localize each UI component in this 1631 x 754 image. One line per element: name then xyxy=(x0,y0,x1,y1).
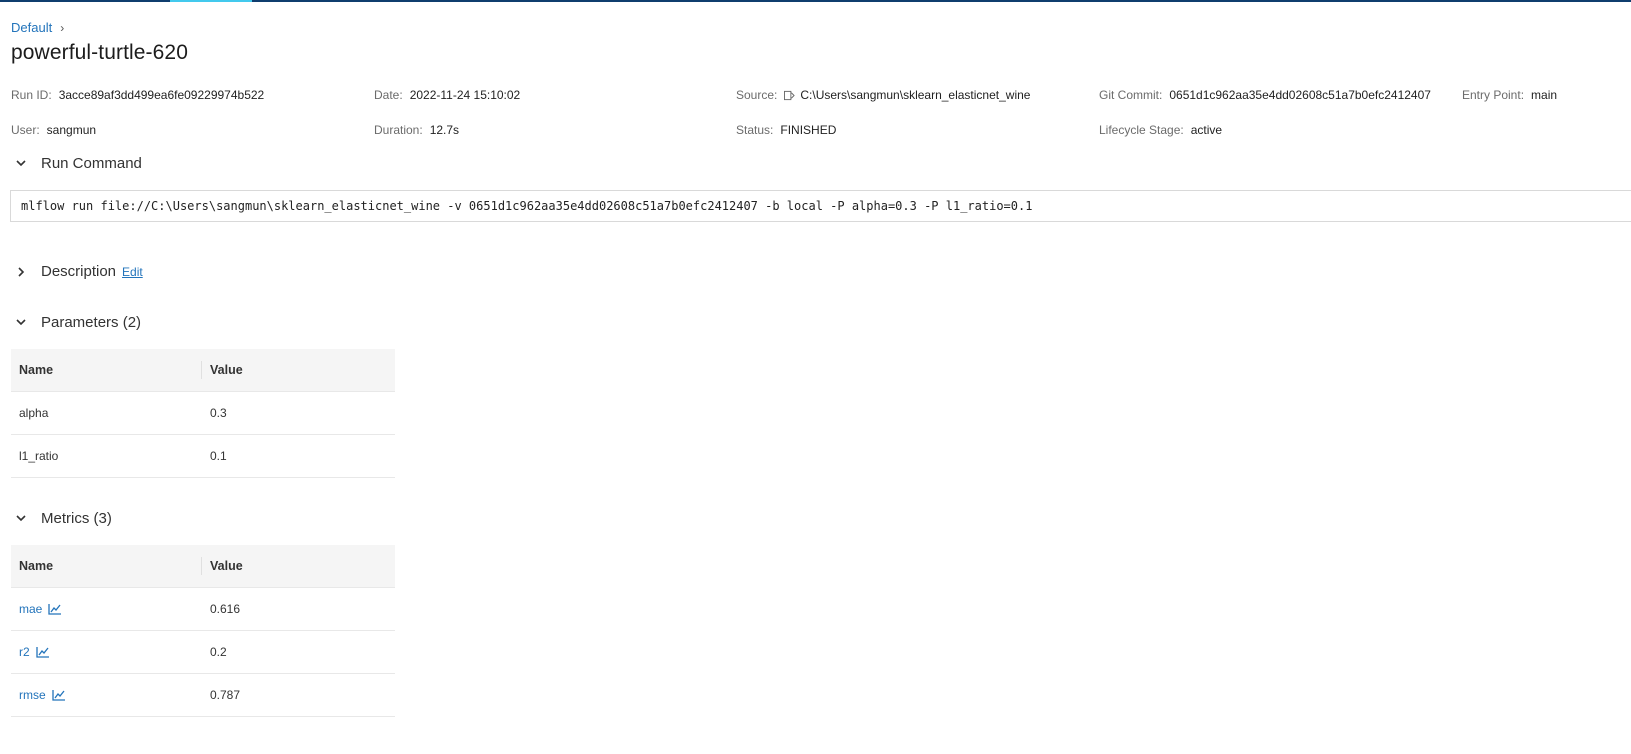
metrics-section-toggle[interactable]: Metrics (3) xyxy=(14,510,112,527)
column-header-value[interactable]: Value xyxy=(202,349,395,392)
duration-label: Duration: xyxy=(374,123,423,137)
run-command-section-toggle[interactable]: Run Command xyxy=(14,155,142,172)
param-value: 0.3 xyxy=(202,391,395,435)
column-header-name[interactable]: Name xyxy=(11,349,202,392)
parameters-table: Name Value alpha 0.3 l1_ratio 0.1 xyxy=(11,349,395,478)
line-chart-icon xyxy=(48,604,62,615)
source-value: C:\Users\sangmun\sklearn_elasticnet_wine xyxy=(800,88,1031,102)
duration-value: 12.7s xyxy=(429,123,460,137)
chevron-down-icon xyxy=(14,515,28,522)
lifecycle-stage-field: Lifecycle Stage: active xyxy=(1099,123,1222,137)
user-value: sangmun xyxy=(46,123,97,137)
run-command-title: Run Command xyxy=(41,155,142,172)
entry-point-label: Entry Point: xyxy=(1462,88,1525,102)
metric-name-cell: mae xyxy=(11,587,202,631)
run-id-value: 3acce89af3dd499ea6fe09229974b522 xyxy=(58,88,265,102)
param-name: l1_ratio xyxy=(11,434,202,478)
metric-name-cell: rmse xyxy=(11,673,202,717)
source-label: Source: xyxy=(736,88,778,102)
chevron-right-icon xyxy=(14,266,28,277)
user-label: User: xyxy=(11,123,40,137)
parameters-section-toggle[interactable]: Parameters (2) xyxy=(14,314,141,331)
duration-field: Duration: 12.7s xyxy=(374,123,459,137)
chevron-right-icon: › xyxy=(60,20,65,35)
description-edit-link[interactable]: Edit xyxy=(122,265,143,279)
chevron-down-icon xyxy=(14,319,28,326)
metrics-table: Name Value mae 0.616 r2 0.2 rmse 0.787 xyxy=(11,545,395,717)
table-row: l1_ratio 0.1 xyxy=(11,434,395,478)
run-id-field: Run ID: 3acce89af3dd499ea6fe09229974b522 xyxy=(11,88,264,102)
metrics-title: Metrics (3) xyxy=(41,510,112,527)
lifecycle-stage-value: active xyxy=(1190,123,1223,137)
param-value: 0.1 xyxy=(202,434,395,478)
chevron-down-icon xyxy=(14,160,28,167)
metric-name: rmse xyxy=(19,688,46,702)
breadcrumb-experiment-link[interactable]: Default xyxy=(11,20,52,35)
metric-link-mae[interactable]: mae xyxy=(19,602,62,616)
table-row: mae 0.616 xyxy=(11,587,395,631)
param-name: alpha xyxy=(11,391,202,435)
status-field: Status: FINISHED xyxy=(736,123,836,137)
parameters-title: Parameters (2) xyxy=(41,314,142,331)
table-header-row: Name Value xyxy=(11,545,395,588)
breadcrumb: Default › xyxy=(11,20,64,35)
column-header-value[interactable]: Value xyxy=(202,545,395,588)
metric-name: mae xyxy=(19,602,43,616)
top-progress-accent xyxy=(170,0,252,2)
table-header-row: Name Value xyxy=(11,349,395,392)
lifecycle-stage-label: Lifecycle Stage: xyxy=(1099,123,1184,137)
git-commit-label: Git Commit: xyxy=(1099,88,1163,102)
git-commit-field: Git Commit: 0651d1c962aa35e4dd02608c51a7… xyxy=(1099,88,1431,102)
metric-value: 0.2 xyxy=(202,630,395,674)
table-row: r2 0.2 xyxy=(11,630,395,674)
source-field: Source: C:\Users\sangmun\sklearn_elastic… xyxy=(736,88,1030,102)
table-row: alpha 0.3 xyxy=(11,391,395,435)
entry-point-field: Entry Point: main xyxy=(1462,88,1557,102)
line-chart-icon xyxy=(52,690,65,701)
status-value: FINISHED xyxy=(780,123,837,137)
line-chart-icon xyxy=(36,647,49,658)
metric-value: 0.787 xyxy=(202,673,395,717)
run-command-text[interactable]: mlflow run file://C:\Users\sangmun\sklea… xyxy=(10,190,1631,222)
table-row: rmse 0.787 xyxy=(11,673,395,717)
metric-name-cell: r2 xyxy=(11,630,202,674)
column-header-name[interactable]: Name xyxy=(11,545,202,588)
git-commit-value: 0651d1c962aa35e4dd02608c51a7b0efc2412407 xyxy=(1169,88,1431,102)
metric-value: 0.616 xyxy=(202,587,395,631)
date-label: Date: xyxy=(374,88,403,102)
description-section-toggle[interactable]: Description Edit xyxy=(14,263,143,280)
entry-point-value: main xyxy=(1531,88,1558,102)
date-value: 2022-11-24 15:10:02 xyxy=(409,88,521,102)
user-field: User: sangmun xyxy=(11,123,96,137)
page-title: powerful-turtle-620 xyxy=(11,41,188,64)
description-title: Description xyxy=(41,263,117,280)
metric-link-r2[interactable]: r2 xyxy=(19,645,50,659)
folder-source-icon xyxy=(784,90,796,100)
date-field: Date: 2022-11-24 15:10:02 xyxy=(374,88,520,102)
metric-name: r2 xyxy=(19,645,30,659)
metric-link-rmse[interactable]: rmse xyxy=(19,688,66,702)
run-id-label: Run ID: xyxy=(11,88,52,102)
status-label: Status: xyxy=(736,123,774,137)
